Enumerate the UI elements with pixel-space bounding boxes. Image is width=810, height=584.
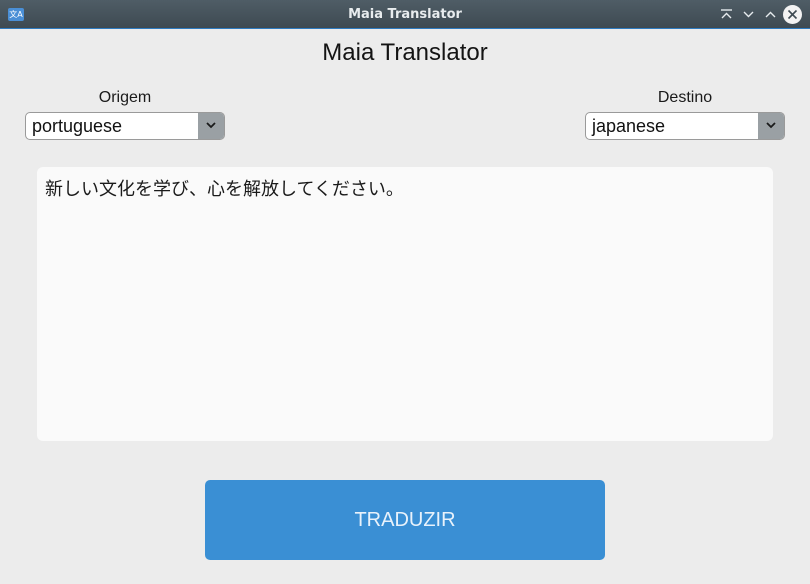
source-language-select[interactable]: portuguese	[25, 112, 225, 140]
translate-button[interactable]: TRADUZIR	[205, 480, 605, 560]
window-title: Maia Translator	[348, 7, 462, 22]
minimize-icon[interactable]	[739, 5, 758, 24]
target-language-select[interactable]: japanese	[585, 112, 785, 140]
target-language-value: japanese	[592, 116, 666, 136]
app-window: 文A Maia Translator Maia Translator Orige…	[0, 0, 810, 584]
source-language-value: portuguese	[32, 116, 123, 136]
translation-text-area[interactable]: 新しい文化を学び、心を解放してください。	[37, 167, 773, 441]
keep-above-icon[interactable]	[717, 5, 736, 24]
main-panel: Maia Translator Origem portuguese Destin…	[6, 30, 804, 580]
target-language-label: Destino	[657, 89, 713, 106]
chevron-down-icon[interactable]	[198, 113, 224, 139]
source-language-label: Origem	[98, 89, 152, 106]
title-bar[interactable]: 文A Maia Translator	[0, 0, 810, 29]
page-title: Maia Translator	[322, 39, 488, 66]
maximize-icon[interactable]	[761, 5, 780, 24]
close-icon[interactable]	[783, 5, 802, 24]
chevron-down-icon[interactable]	[758, 113, 784, 139]
